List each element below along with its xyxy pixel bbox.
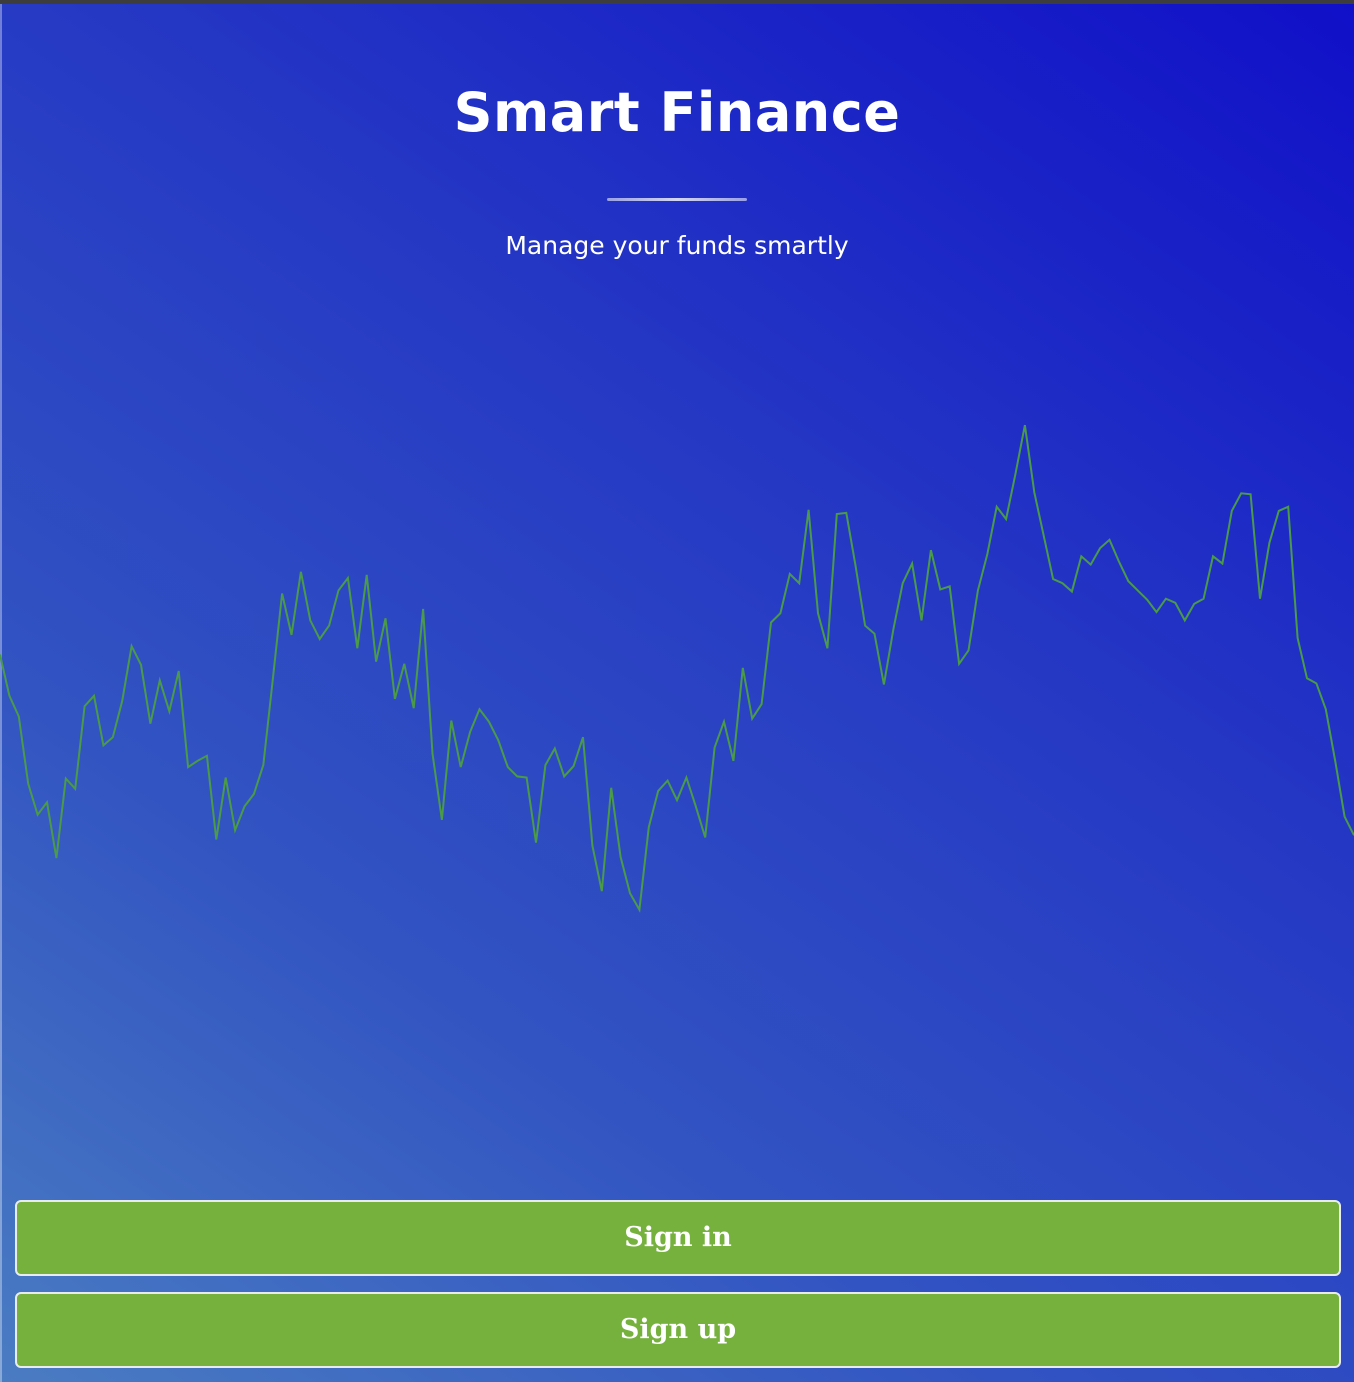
chart-series-group xyxy=(0,424,1354,913)
title-divider xyxy=(607,198,747,201)
app-subtitle: Manage your funds smartly xyxy=(505,231,849,260)
sign-up-button[interactable]: Sign up xyxy=(15,1292,1341,1368)
price-series-line xyxy=(0,424,1354,913)
app-title: Smart Finance xyxy=(453,81,901,144)
window-top-bar xyxy=(0,0,1354,4)
chart-svg xyxy=(0,424,1354,913)
auth-buttons: Sign in Sign up xyxy=(15,1200,1341,1368)
sign-in-button[interactable]: Sign in xyxy=(15,1200,1341,1276)
stock-line-chart xyxy=(0,360,1354,980)
app-header: Smart Finance Manage your funds smartly xyxy=(0,78,1354,263)
